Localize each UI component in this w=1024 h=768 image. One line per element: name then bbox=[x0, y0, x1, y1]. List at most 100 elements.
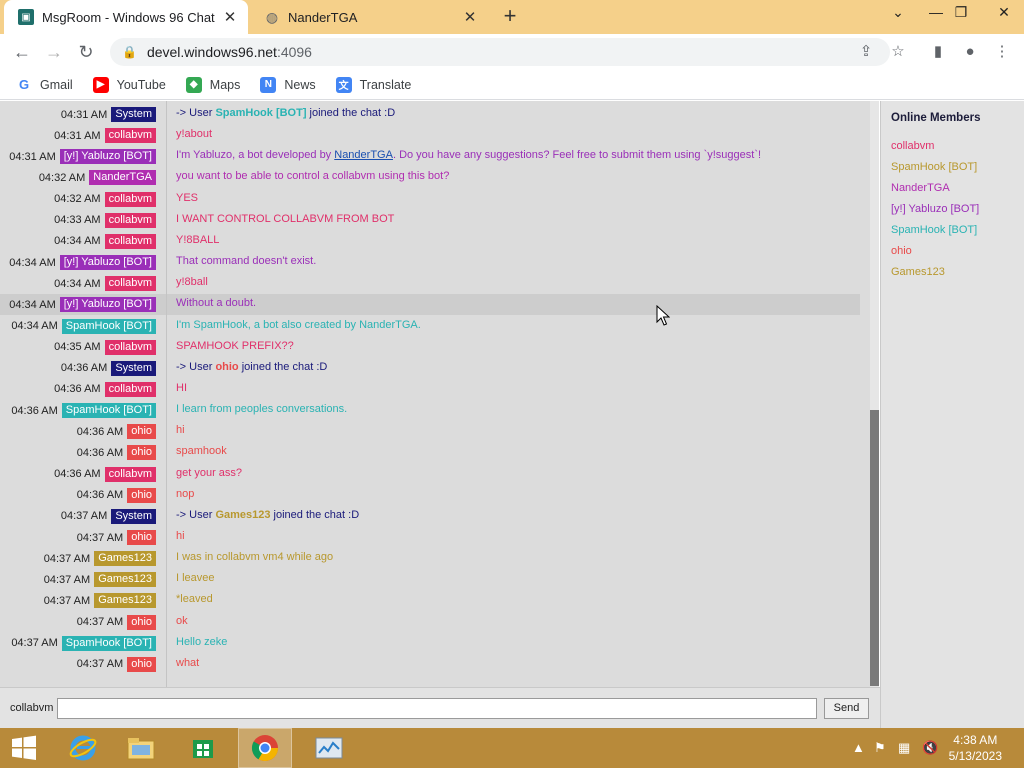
restore-button[interactable]: ❐ bbox=[945, 0, 977, 26]
side-panel-icon[interactable]: ▮ bbox=[926, 40, 950, 64]
chat-message-row: 04:36 AM collabvm HI bbox=[0, 379, 860, 400]
message-body: spamhook bbox=[176, 445, 227, 458]
chat-message-row: 04:35 AM collabvm SPAMHOOK PREFIX?? bbox=[0, 337, 860, 358]
close-tab-icon[interactable]: ✕ bbox=[460, 8, 480, 26]
file-explorer-icon[interactable] bbox=[114, 728, 168, 768]
close-window-button[interactable]: ✕ bbox=[984, 0, 1024, 26]
network-icon[interactable]: ▦ bbox=[898, 740, 910, 756]
message-body-tail: . Do you have any suggestions? Feel free… bbox=[392, 149, 762, 162]
message-input[interactable] bbox=[57, 698, 817, 719]
internet-explorer-icon[interactable] bbox=[56, 728, 110, 768]
chat-column-divider bbox=[166, 101, 167, 687]
mouse-cursor-icon bbox=[656, 305, 670, 326]
message-timestamp: 04:34 AM bbox=[9, 298, 56, 311]
username-badge[interactable]: SpamHook [BOT] bbox=[61, 635, 156, 651]
member-list-item[interactable]: [y!] Yabluzo [BOT] bbox=[891, 203, 979, 215]
username-badge[interactable]: System bbox=[111, 508, 156, 524]
username-badge[interactable]: ohio bbox=[127, 530, 156, 545]
username-badge[interactable]: collabvm bbox=[104, 128, 156, 144]
username-badge[interactable]: [y!] Yabluzo [BOT] bbox=[59, 297, 156, 313]
username-badge[interactable]: [y!] Yabluzo [BOT] bbox=[59, 255, 156, 271]
username-badge[interactable]: [y!] Yabluzo [BOT] bbox=[59, 149, 156, 165]
username-badge[interactable]: ohio bbox=[127, 445, 156, 461]
username-badge[interactable]: ohio bbox=[127, 487, 156, 503]
chat-scrollbar-thumb[interactable] bbox=[870, 410, 879, 686]
username-badge[interactable]: ohio bbox=[127, 656, 156, 672]
username-badge[interactable]: collabvm bbox=[104, 191, 156, 207]
profile-avatar-icon[interactable]: ● bbox=[958, 40, 982, 64]
message-timestamp: 04:36 AM bbox=[11, 404, 58, 417]
share-icon[interactable]: ⇪ bbox=[854, 40, 878, 64]
bookmark-youtube[interactable]: ▶ YouTube bbox=[92, 76, 166, 93]
message-meta: 04:31 AM collabvm bbox=[54, 128, 156, 144]
close-tab-icon[interactable]: ✕ bbox=[220, 8, 240, 26]
tab-msgroom[interactable]: ▣ MsgRoom - Windows 96 Chat ✕ bbox=[4, 0, 248, 34]
chat-message-row: 04:31 AM collabvm y!about bbox=[0, 125, 860, 146]
message-meta: 04:37 AM SpamHook [BOT] bbox=[11, 635, 156, 651]
new-tab-button[interactable]: + bbox=[498, 4, 522, 30]
member-list-item[interactable]: ohio bbox=[891, 245, 912, 257]
bookmark-gmail[interactable]: G Gmail bbox=[16, 76, 73, 93]
bookmark-star-icon[interactable]: ☆ bbox=[886, 40, 910, 64]
url-port: :4096 bbox=[276, 44, 312, 60]
address-bar[interactable]: 🔒 devel.windows96.net :4096 bbox=[110, 38, 890, 66]
username-badge[interactable]: collabvm bbox=[104, 466, 156, 482]
username-badge[interactable]: Games123 bbox=[94, 572, 156, 588]
message-body-tail: joined the chat :D bbox=[306, 107, 396, 119]
chat-message-row: 04:37 AM ohio ok bbox=[0, 612, 860, 633]
message-body: I'm SpamHook, a bot also created by Nand… bbox=[176, 318, 421, 331]
task-manager-icon[interactable] bbox=[302, 728, 356, 768]
bookmark-news[interactable]: N News bbox=[260, 76, 316, 93]
browser-toolbar: ← → ↻ 🔒 devel.windows96.net :4096 ⇪ ☆ ▮ … bbox=[0, 34, 1024, 70]
username-badge[interactable]: System bbox=[111, 360, 156, 376]
username-badge[interactable]: collabvm bbox=[104, 276, 156, 292]
member-list-item[interactable]: collabvm bbox=[891, 140, 934, 152]
message-text: -> User SpamHook [BOT] joined the chat :… bbox=[176, 107, 395, 119]
message-body: I learn from peoples conversations. bbox=[176, 403, 348, 416]
message-timestamp: 04:33 AM bbox=[54, 214, 101, 227]
username-badge[interactable]: NanderTGA bbox=[89, 170, 156, 186]
url-host: devel.windows96.net bbox=[146, 44, 277, 60]
username-badge[interactable]: ohio bbox=[127, 614, 156, 630]
username-badge[interactable]: collabvm bbox=[104, 339, 156, 355]
message-text: nop bbox=[176, 488, 194, 500]
bookmark-maps[interactable]: ◆ Maps bbox=[185, 76, 240, 93]
username-badge[interactable]: collabvm bbox=[104, 233, 156, 249]
username-badge[interactable]: Games123 bbox=[94, 593, 156, 609]
windows-store-icon[interactable] bbox=[176, 728, 230, 768]
show-hidden-icons-icon[interactable]: ▲ bbox=[852, 740, 865, 755]
member-list-item[interactable]: Games123 bbox=[891, 266, 945, 278]
member-list-item[interactable]: NanderTGA bbox=[891, 182, 950, 194]
menu-kebab-icon[interactable]: ⋮ bbox=[990, 40, 1014, 64]
username-badge[interactable]: SpamHook [BOT] bbox=[61, 403, 156, 419]
username-badge[interactable]: collabvm bbox=[104, 212, 156, 228]
message-meta: 04:34 AM collabvm bbox=[54, 276, 156, 292]
message-text: I was in collabvm vm4 while ago bbox=[176, 551, 333, 563]
send-button[interactable]: Send bbox=[824, 698, 869, 719]
back-arrow-icon[interactable]: ← bbox=[10, 40, 34, 64]
bookmark-translate[interactable]: 文 Translate bbox=[335, 76, 411, 93]
tab-search-chevron-icon[interactable]: ⌄ bbox=[882, 0, 914, 26]
username-badge[interactable]: System bbox=[111, 107, 156, 122]
reload-icon[interactable]: ↻ bbox=[74, 40, 98, 64]
member-list-item[interactable]: SpamHook [BOT] bbox=[891, 224, 977, 236]
start-button[interactable] bbox=[0, 728, 48, 768]
forward-arrow-icon[interactable]: → bbox=[42, 40, 66, 64]
message-body: I WANT CONTROL COLLABVM FROM BOT bbox=[176, 212, 395, 225]
username-badge[interactable]: collabvm bbox=[104, 381, 156, 397]
tab-nandertga[interactable]: ◍ NanderTGA ✕ bbox=[250, 0, 488, 34]
username-badge[interactable]: ohio bbox=[127, 424, 156, 440]
system-clock[interactable]: 4:38 AM 5/13/2023 bbox=[949, 732, 1002, 764]
chrome-icon[interactable] bbox=[238, 728, 292, 768]
volume-muted-icon[interactable]: 🔇 bbox=[922, 740, 938, 756]
message-text: *leaved bbox=[176, 593, 213, 605]
username-badge[interactable]: Games123 bbox=[94, 551, 156, 567]
username-badge[interactable]: SpamHook [BOT] bbox=[61, 318, 156, 334]
message-link[interactable]: NanderTGA bbox=[334, 149, 393, 161]
message-body: you want to be able to control a collabv… bbox=[176, 170, 450, 183]
action-center-flag-icon[interactable]: ⚑ bbox=[874, 740, 886, 756]
clock-time: 4:38 AM bbox=[953, 733, 998, 747]
tab-title: NanderTGA bbox=[288, 9, 358, 25]
chat-message-row: 04:34 AM collabvm Y!8BALL bbox=[0, 231, 860, 252]
member-list-item[interactable]: SpamHook [BOT] bbox=[891, 161, 977, 173]
